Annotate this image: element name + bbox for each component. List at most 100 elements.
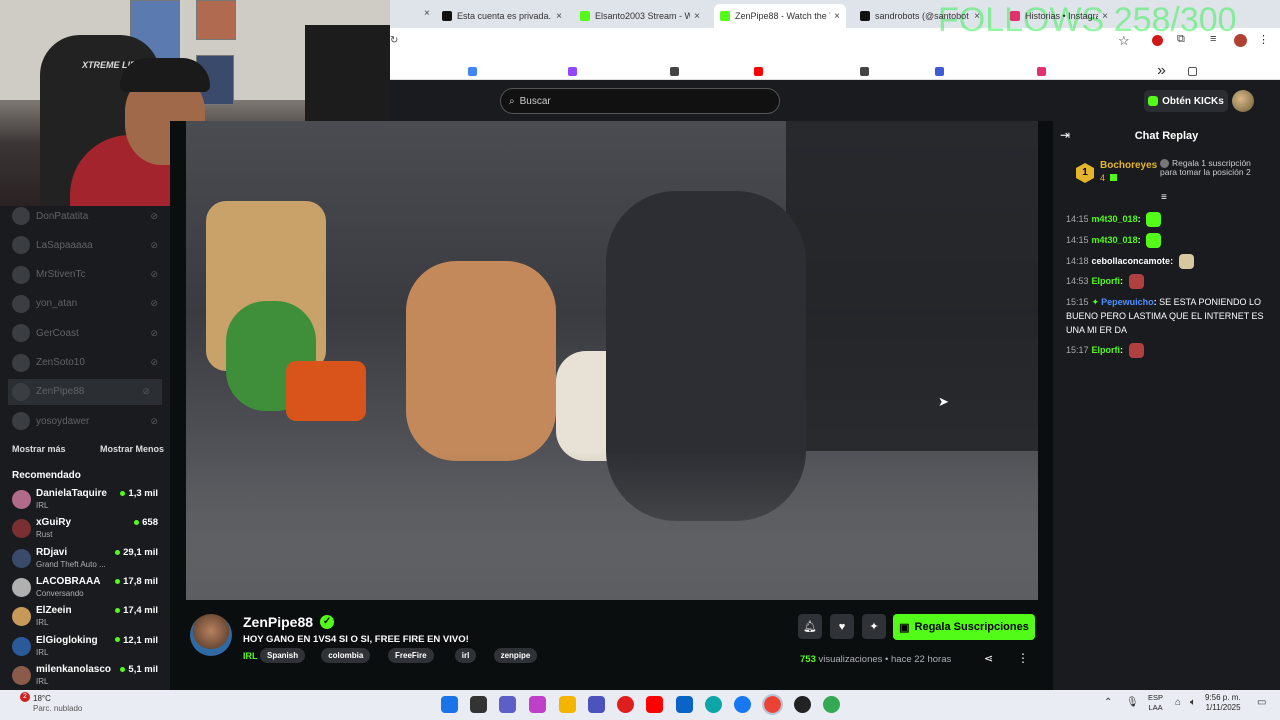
- facebook-icon[interactable]: [734, 696, 751, 713]
- streamer-avatar[interactable]: [190, 614, 232, 656]
- store-icon[interactable]: [676, 696, 693, 713]
- recommended-channel[interactable]: ElZeein IRL 17,4 mil: [0, 603, 170, 631]
- sparkle-badge-icon: ✦: [1091, 297, 1100, 307]
- user-avatar[interactable]: [1232, 90, 1254, 112]
- teams-icon[interactable]: [588, 696, 605, 713]
- live-dot-icon: [134, 520, 140, 526]
- sidebar-channel[interactable]: yosoydawer ⊘: [0, 408, 170, 434]
- notifications-bell-button[interactable]: 🔔︎: [798, 614, 822, 639]
- video-player[interactable]: [186, 121, 1038, 600]
- follow-heart-button[interactable]: ♥: [830, 614, 854, 639]
- sidebar-channel[interactable]: GerCoast ⊘: [0, 320, 170, 346]
- volume-icon[interactable]: 🔈︎: [1190, 697, 1196, 708]
- sidebar-channel[interactable]: yon_atan ⊘: [0, 291, 170, 317]
- network-icon[interactable]: ⌂: [1175, 697, 1181, 708]
- stream-tag[interactable]: FreeFire: [388, 648, 434, 663]
- emote-icon: [1146, 233, 1162, 249]
- stream-tag[interactable]: colombia: [321, 648, 371, 663]
- recommended-channel[interactable]: milenkanolasco IRL 5,1 mil: [0, 662, 170, 690]
- sidebar-channel[interactable]: MrStivenTc ⊘: [0, 262, 170, 288]
- chat-app-icon[interactable]: [499, 696, 516, 713]
- tray-chevron-icon[interactable]: ⌃: [1104, 697, 1112, 708]
- close-tab-icon[interactable]: ×: [1102, 11, 1108, 22]
- recommended-channel[interactable]: DanielaTaquire IRL 1,3 mil: [0, 486, 170, 514]
- close-tab-icon[interactable]: ×: [974, 11, 980, 22]
- bookmark-favicon-icon: [860, 66, 869, 76]
- recommended-channel[interactable]: xGuiRy Rust 658: [0, 515, 170, 543]
- show-more-link[interactable]: Mostrar más: [12, 444, 66, 454]
- show-less-link[interactable]: Mostrar Menos: [100, 444, 164, 454]
- stream-tag[interactable]: irl: [454, 648, 477, 663]
- leaderboard-user[interactable]: Bochoreyes: [1100, 160, 1157, 171]
- file-explorer-icon[interactable]: [559, 696, 576, 713]
- windows-start-icon[interactable]: [441, 696, 458, 713]
- more-options-icon[interactable]: ⋮: [1017, 651, 1029, 665]
- microphone-icon[interactable]: 🎙︎: [1126, 697, 1139, 708]
- close-tab-icon[interactable]: ×: [424, 8, 430, 19]
- channel-avatar: [12, 353, 30, 372]
- message-username[interactable]: cebollaconcamote: [1092, 256, 1171, 266]
- weather-widget[interactable]: 18°C Parc. nublado: [33, 694, 82, 714]
- reload-icon[interactable]: ↻: [390, 35, 398, 46]
- sidebar-channel[interactable]: ZenSoto10 ⊘: [0, 350, 170, 376]
- tab-title: Esta cuenta es privada. Sig: [457, 11, 552, 21]
- all-bookmarks[interactable]: Todos los favoritos: [1188, 62, 1280, 80]
- message-time: 14:15: [1066, 235, 1089, 245]
- message-username[interactable]: Pepewuicho: [1101, 297, 1154, 307]
- offline-icon: ⊘: [150, 210, 158, 221]
- language-indicator[interactable]: ESP LAA: [1148, 693, 1163, 713]
- youtube-icon[interactable]: [646, 696, 663, 713]
- chrome-icon[interactable]: [762, 694, 783, 715]
- browser-tab[interactable]: Elsanto2003 Stream - Wa ×: [574, 4, 706, 28]
- kick-icon: [580, 11, 590, 21]
- get-kicks-button[interactable]: Obtén KICKs: [1144, 90, 1228, 112]
- browser-tab[interactable]: Esta cuenta es privada. Sig ×: [436, 4, 568, 28]
- recommended-channel[interactable]: ElGiogloking IRL 12,1 mil: [0, 633, 170, 661]
- bookmarks-overflow-icon[interactable]: »: [1157, 62, 1166, 80]
- sparkle-icon: ✦: [869, 621, 879, 633]
- close-tab-icon[interactable]: ×: [834, 11, 840, 22]
- system-clock[interactable]: 9:56 p. m. 1/11/2025: [1205, 693, 1241, 713]
- message-username[interactable]: m4t30_018: [1092, 235, 1138, 245]
- message-username[interactable]: Elporfi: [1092, 345, 1121, 355]
- task-view-icon[interactable]: [470, 696, 487, 713]
- browser-tab[interactable]: Historias • Instagram ×: [1004, 4, 1114, 28]
- stream-category[interactable]: IRL: [243, 651, 258, 661]
- gift-subs-button[interactable]: ▣ Regala Suscripciones: [893, 614, 1035, 640]
- opera-icon[interactable]: [617, 696, 634, 713]
- bookmark-item[interactable]: Thigui (@santiago...: [1037, 62, 1193, 80]
- stream-tag[interactable]: Spanish: [260, 648, 306, 663]
- channel-avatar: [12, 265, 30, 284]
- stream-tag[interactable]: zenpipe: [493, 648, 538, 663]
- recommended-channel[interactable]: LACOBRAAA Conversando 17,8 mil: [0, 574, 170, 602]
- search-input[interactable]: ⌕ Buscar: [500, 88, 780, 114]
- streamer-name[interactable]: ZenPipe88 ✓: [243, 614, 335, 630]
- time-ago: hace 22 horas: [891, 654, 952, 665]
- share-icon[interactable]: ⋖: [984, 652, 993, 665]
- sidebar-channel[interactable]: ZenPipe88 ⊘: [8, 378, 162, 405]
- obs-icon[interactable]: [794, 696, 811, 713]
- sidebar-channel[interactable]: LaSapaaaaa ⊘: [0, 232, 170, 258]
- message-username[interactable]: m4t30_018: [1092, 214, 1138, 224]
- close-tab-icon[interactable]: ×: [556, 11, 562, 22]
- sidebar-channel[interactable]: DonPatatita ⊘: [0, 203, 170, 229]
- browser-tab[interactable]: ZenPipe88 - Watch the V ×: [714, 4, 846, 28]
- close-tab-icon[interactable]: ×: [694, 11, 700, 22]
- chat-filter-icon[interactable]: ≡: [1161, 192, 1167, 203]
- instagram-icon: [1010, 11, 1020, 21]
- browser-menu-icon[interactable]: ⋮: [1258, 33, 1269, 46]
- chrome-profile-icon[interactable]: [823, 696, 840, 713]
- offline-icon: ⊘: [150, 239, 158, 250]
- notification-center-icon[interactable]: ▭: [1257, 697, 1266, 708]
- edge-icon[interactable]: [705, 696, 722, 713]
- message-username[interactable]: Elporfi: [1092, 276, 1121, 286]
- channel-category: Grand Theft Auto ...: [36, 559, 106, 569]
- chat-message: 14:18 cebollaconcamote:: [1066, 254, 1266, 270]
- recommended-channel[interactable]: RDjavi Grand Theft Auto ... 29,1 mil: [0, 545, 170, 573]
- bookmark-favicon-icon: [670, 66, 679, 76]
- copilot-icon[interactable]: [529, 696, 546, 713]
- chat-message: 14:53 Elporfi:: [1066, 274, 1266, 290]
- tab-title: ZenPipe88 - Watch the V: [735, 11, 831, 21]
- browser-tab[interactable]: sandrobots (@santobot ×: [854, 4, 986, 28]
- clip-button[interactable]: ✦: [862, 614, 886, 639]
